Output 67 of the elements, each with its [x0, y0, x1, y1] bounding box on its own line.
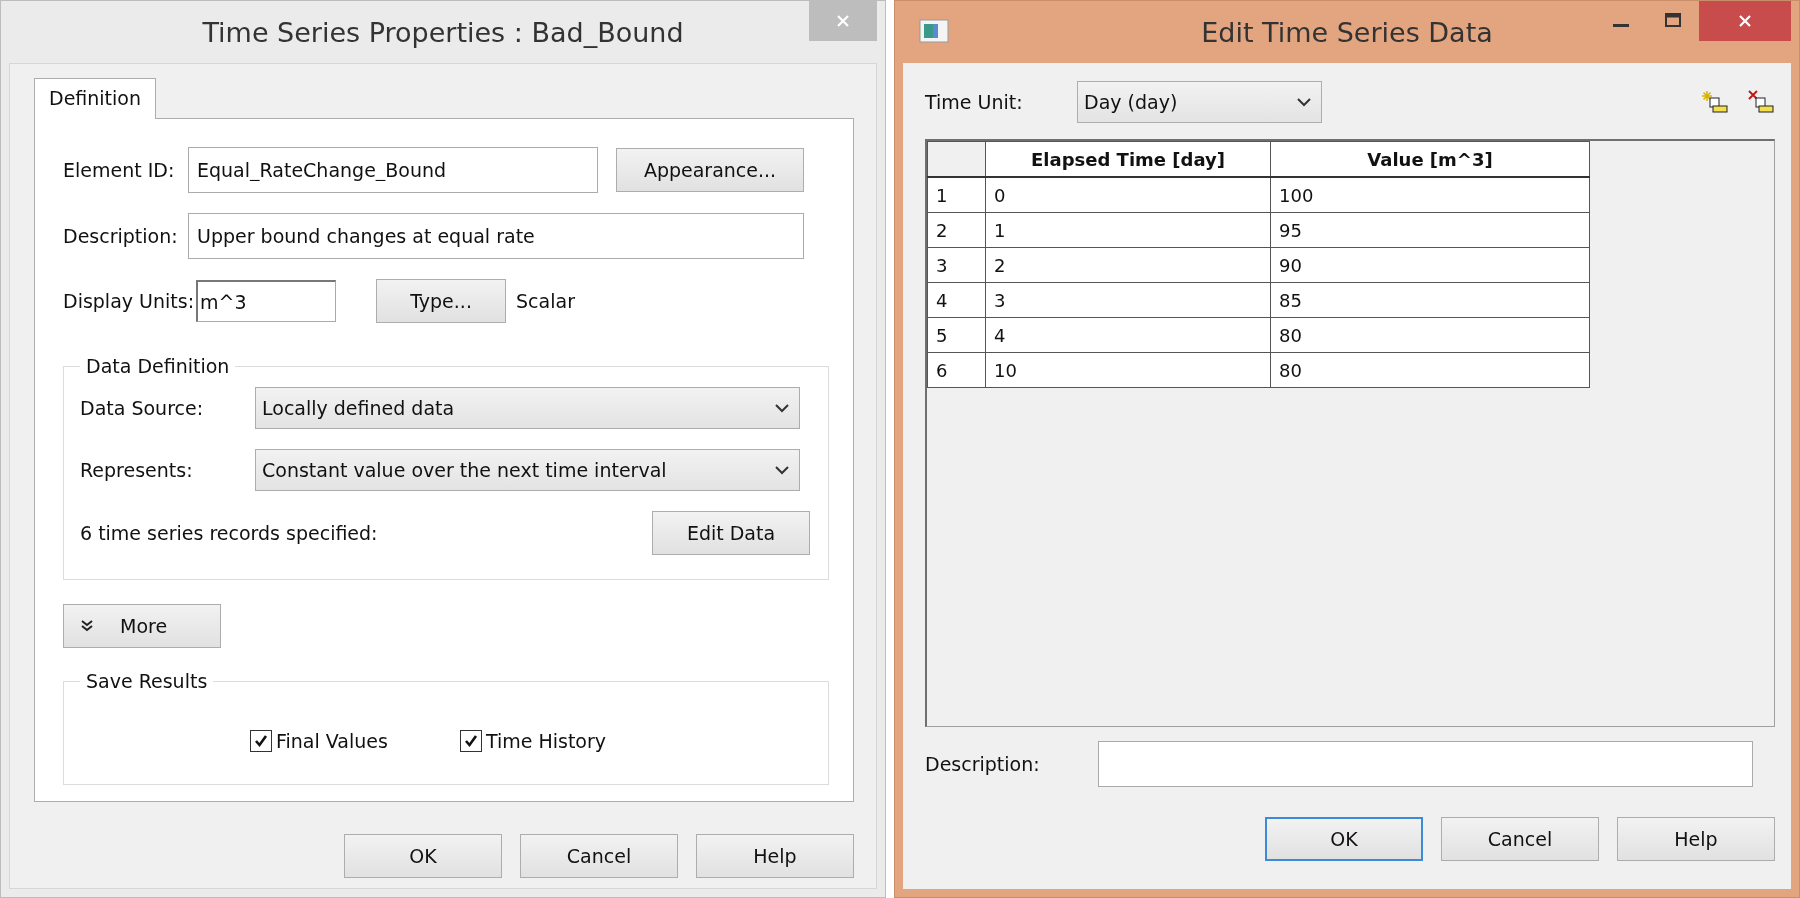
field-label: Description:: [925, 753, 1041, 775]
group-title: Save Results: [85, 670, 209, 692]
add-row-icon[interactable]: [1701, 89, 1729, 115]
dialog-button[interactable]: Help: [1617, 817, 1775, 861]
check-icon: [462, 733, 479, 749]
double-chevron-icon: [80, 619, 94, 633]
type-button[interactable]: Type...: [376, 279, 507, 323]
dialog-button[interactable]: OK: [1265, 817, 1423, 861]
window-title: Edit Time Series Data: [1201, 16, 1493, 48]
row-number: 2: [927, 212, 986, 248]
table-cell: 80: [1270, 352, 1590, 388]
delete-row-icon[interactable]: [1747, 89, 1775, 115]
row-number: 1: [927, 177, 986, 213]
dialog-button[interactable]: Cancel: [520, 834, 678, 878]
field-label: Data Source:: [80, 397, 205, 419]
window-title: Time Series Properties : Bad_Bound: [202, 16, 684, 48]
table-cell: 1: [985, 212, 1271, 248]
table-cell: 85: [1270, 282, 1590, 318]
checkbox[interactable]: [250, 730, 272, 752]
field-label: Description:: [63, 225, 179, 247]
group-title: Data Definition: [85, 355, 231, 377]
checkbox-option[interactable]: Final Values: [250, 730, 388, 752]
dialog-button[interactable]: Help: [696, 834, 854, 878]
table-cell: 95: [1270, 212, 1590, 248]
table-cell: 80: [1270, 317, 1590, 353]
row-number: 3: [927, 247, 986, 283]
time-unit-dropdown[interactable]: Day (day): [1077, 81, 1322, 123]
dialog-button[interactable]: Cancel: [1441, 817, 1599, 861]
column-header: Elapsed Time [day]: [985, 141, 1271, 177]
chevron-icon: [775, 465, 789, 475]
description-field[interactable]: Upper bound changes at equal rate: [188, 213, 804, 259]
field-label: Represents:: [80, 459, 194, 481]
close-icon: [1737, 13, 1753, 29]
edit-data-button[interactable]: Edit Data: [652, 511, 810, 555]
data-source-dropdown[interactable]: Locally defined data: [255, 387, 800, 429]
table-cell: 4: [985, 317, 1271, 353]
checkbox-option[interactable]: Time History: [459, 730, 607, 752]
table-cell: 3: [985, 282, 1271, 318]
row-number: 6: [927, 352, 986, 388]
table-cell: 10: [985, 352, 1271, 388]
field-label: Display Units:: [63, 290, 195, 312]
column-header: Value [m^3]: [1270, 141, 1590, 177]
table-cell: 100: [1270, 177, 1590, 213]
field-label: Element ID:: [63, 159, 176, 181]
row-number: 5: [927, 317, 986, 353]
minimize-icon: [1613, 23, 1629, 27]
field-label: Time Unit:: [925, 91, 1024, 113]
more-button[interactable]: More: [63, 604, 221, 648]
description-field[interactable]: [1098, 741, 1753, 787]
table-cell: 0: [985, 177, 1271, 213]
check-icon: [253, 733, 269, 749]
checkbox[interactable]: [459, 730, 482, 752]
table-cell: 2: [985, 247, 1271, 283]
represents-dropdown[interactable]: Constant value over the next time interval: [255, 449, 800, 491]
chevron-icon: [1297, 97, 1311, 107]
type-value: Scalar: [516, 290, 575, 312]
table-cell: 90: [1270, 247, 1590, 283]
chevron-icon: [775, 403, 789, 413]
element-id-field[interactable]: Equal_RateChange_Bound: [188, 147, 598, 193]
tab[interactable]: Definition: [34, 78, 156, 119]
display-units-field[interactable]: m^3: [196, 280, 337, 322]
row-number: 4: [927, 282, 986, 318]
appearance-button[interactable]: Appearance...: [616, 148, 804, 192]
app-icon: [919, 19, 949, 43]
close-icon: [835, 13, 851, 29]
dialog-button[interactable]: OK: [344, 834, 502, 878]
records-count-text: 6 time series records specified:: [80, 522, 378, 544]
